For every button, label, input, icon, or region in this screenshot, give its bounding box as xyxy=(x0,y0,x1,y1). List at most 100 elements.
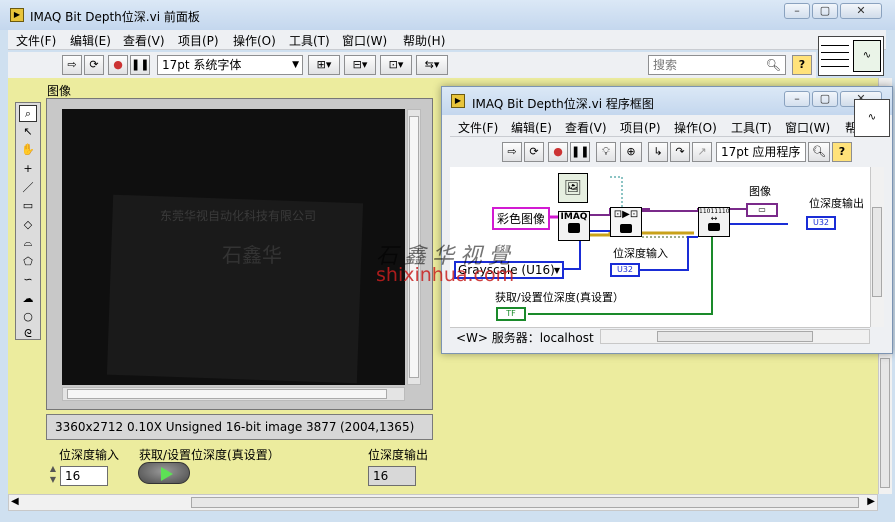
front-panel-titlebar: ▶ IMAQ Bit Depth位深.vi 前面板 – ▢ ✕ xyxy=(0,0,895,30)
color-image-constant[interactable]: 彩色图像 xyxy=(492,207,551,230)
vi-icon[interactable]: ∿ xyxy=(818,36,884,76)
run-continuous-icon[interactable]: ⟳ xyxy=(84,55,104,75)
run-arrow-icon[interactable]: ⇨ xyxy=(62,55,82,75)
scroll-thumb[interactable] xyxy=(67,389,387,399)
scroll-thumb[interactable] xyxy=(872,207,882,297)
bitdepth-output-indicator: 16 xyxy=(368,466,416,486)
close-button[interactable]: ✕ xyxy=(840,3,882,19)
menu-view[interactable]: 查看(V) xyxy=(123,32,165,49)
menu-file[interactable]: 文件(F) xyxy=(16,32,56,49)
pan-tool-icon[interactable]: ✋ xyxy=(19,141,37,158)
image-tools-palette: ⌕ ↖ ✋ + ／ ▭ ◇ ⌓ ⬠ ∽ ☁ ○ ᘓ xyxy=(15,102,41,340)
menu-file[interactable]: 文件(F) xyxy=(458,119,498,136)
retain-wire-values-icon[interactable]: ⊕ xyxy=(620,142,642,162)
pause-icon[interactable]: ❚❚ xyxy=(130,55,150,75)
font-select[interactable]: 17pt 应用程序 xyxy=(716,142,806,162)
scroll-thumb[interactable] xyxy=(657,331,813,342)
image-info-bar: 3360x2712 0.10X Unsigned 16-bit image 38… xyxy=(46,414,433,440)
bits-node[interactable]: 11011110 ↔ xyxy=(698,207,730,237)
menu-window[interactable]: 窗口(W) xyxy=(342,32,387,49)
diagram-vertical-scrollbar[interactable] xyxy=(870,167,884,327)
point-tool-icon[interactable]: + xyxy=(19,160,37,177)
bitdepth-input-terminal[interactable]: U32 xyxy=(610,263,640,277)
search-input[interactable]: 搜索 🔍︎ xyxy=(648,55,786,75)
image-output-terminal[interactable]: ▭ xyxy=(746,203,778,217)
step-out-icon[interactable]: ↗ xyxy=(692,142,712,162)
menu-operate[interactable]: 操作(O) xyxy=(233,32,276,49)
bitdepth-output-terminal[interactable]: U32 xyxy=(806,216,836,230)
imaq-create-node[interactable]: IMAQ xyxy=(558,211,590,241)
imaq-bitdepth-node[interactable]: ⊡▶⊡ xyxy=(610,207,642,237)
menu-view[interactable]: 查看(V) xyxy=(565,119,607,136)
getset-bitdepth-switch[interactable] xyxy=(138,462,190,484)
menu-tools[interactable]: 工具(T) xyxy=(731,119,772,136)
abort-icon[interactable]: ● xyxy=(108,55,128,75)
font-select[interactable]: 17pt 系统字体 ▼ xyxy=(157,55,303,75)
maximize-button[interactable]: ▢ xyxy=(812,3,838,19)
help-icon[interactable]: ? xyxy=(832,142,852,162)
distribute-objects-icon[interactable]: ⊟▾ xyxy=(344,55,376,75)
menu-project[interactable]: 项目(P) xyxy=(178,32,219,49)
rectangle-tool-icon[interactable]: ▭ xyxy=(19,197,37,214)
imaq-lock-icon xyxy=(568,223,580,233)
run-continuous-icon[interactable]: ⟳ xyxy=(524,142,544,162)
abort-icon[interactable]: ● xyxy=(548,142,568,162)
run-arrow-icon[interactable]: ⇨ xyxy=(502,142,522,162)
help-icon[interactable]: ? xyxy=(792,55,812,75)
block-diagram-menubar: 文件(F) 编辑(E) 查看(V) 项目(P) 操作(O) 工具(T) 窗口(W… xyxy=(450,117,858,137)
image-canvas[interactable]: 东莞华视自动化科技有限公司 石鑫华 xyxy=(62,109,405,385)
align-objects-icon[interactable]: ⊞▾ xyxy=(308,55,340,75)
scroll-thumb[interactable] xyxy=(880,358,890,488)
freehand-line-tool-icon[interactable]: ∽ xyxy=(19,271,37,288)
polygon-tool-icon[interactable]: ⬠ xyxy=(19,253,37,270)
maximize-button[interactable]: ▢ xyxy=(812,91,838,107)
front-panel-horizontal-scrollbar[interactable]: ◀ ▶ xyxy=(8,494,878,511)
block-diagram-vi-icon[interactable]: ∿ xyxy=(854,99,890,137)
menu-help[interactable]: 帮助(H) xyxy=(403,32,445,49)
rotated-rect-tool-icon[interactable]: ◇ xyxy=(19,216,37,233)
bitdepth-lock-icon xyxy=(620,224,632,233)
diagram-status-bar: <W> 服务器：localhost xyxy=(450,327,870,345)
image-picture-icon[interactable]: 🖼︎ xyxy=(558,173,588,203)
bitdepth-input-field[interactable]: 16 xyxy=(60,466,108,486)
menu-operate[interactable]: 操作(O) xyxy=(674,119,717,136)
menu-edit[interactable]: 编辑(E) xyxy=(511,119,552,136)
minimize-button[interactable]: – xyxy=(784,3,810,19)
search-icon[interactable]: 🔍︎ xyxy=(766,56,781,74)
reorder-icon[interactable]: ⇆▾ xyxy=(416,55,448,75)
line-tool-icon[interactable]: ／ xyxy=(19,179,37,196)
annulus-tool-icon[interactable]: ⌓ xyxy=(19,234,37,251)
labview-logo-icon: ▶ xyxy=(10,8,24,22)
menu-project[interactable]: 项目(P) xyxy=(620,119,661,136)
pause-icon[interactable]: ❚❚ xyxy=(570,142,590,162)
selection-tool-icon[interactable]: ↖ xyxy=(19,123,37,140)
step-over-icon[interactable]: ↷ xyxy=(670,142,690,162)
image-display-label: 图像 xyxy=(47,84,72,98)
bitdepth-input-stepper[interactable]: ▲ ▼ xyxy=(47,463,59,487)
multi-roi-tool-icon[interactable]: ᘓ xyxy=(19,325,37,342)
search-icon[interactable]: 🔍︎ xyxy=(808,142,830,162)
resize-objects-icon[interactable]: ⊡▾ xyxy=(380,55,412,75)
menu-window[interactable]: 窗口(W) xyxy=(785,119,830,136)
block-diagram-window: ▶ IMAQ Bit Depth位深.vi 程序框图 – ▢ ✕ 文件(F) 编… xyxy=(441,86,893,354)
bitdepth-input-label: 位深度输入 xyxy=(59,448,120,462)
highlight-execution-icon[interactable]: 💡︎ xyxy=(596,142,616,162)
waveform-icon: ∿ xyxy=(853,40,881,72)
menu-tools[interactable]: 工具(T) xyxy=(289,32,330,49)
step-into-icon[interactable]: ↳ xyxy=(648,142,668,162)
scroll-left-arrow-icon[interactable]: ◀ xyxy=(11,496,19,507)
minimize-button[interactable]: – xyxy=(784,91,810,107)
diagram-horizontal-scrollbar[interactable] xyxy=(600,329,870,344)
scroll-right-arrow-icon[interactable]: ▶ xyxy=(867,496,875,507)
scroll-thumb[interactable] xyxy=(191,497,859,508)
getset-boolean-terminal[interactable]: TF xyxy=(496,307,526,321)
image-horizontal-scrollbar[interactable] xyxy=(62,387,405,401)
image-terminal-label: 图像 xyxy=(749,185,771,198)
oval-tool-icon[interactable]: ○ xyxy=(19,308,37,325)
freehand-region-tool-icon[interactable]: ☁ xyxy=(19,290,37,307)
image-display[interactable]: 东莞华视自动化科技有限公司 石鑫华 xyxy=(46,98,433,410)
image-info-text: 3360x2712 0.10X Unsigned 16-bit image 38… xyxy=(55,420,337,434)
enum-arrow-icon[interactable]: ▼ xyxy=(554,264,560,278)
zoom-tool-icon[interactable]: ⌕ xyxy=(19,105,37,122)
menu-edit[interactable]: 编辑(E) xyxy=(70,32,111,49)
